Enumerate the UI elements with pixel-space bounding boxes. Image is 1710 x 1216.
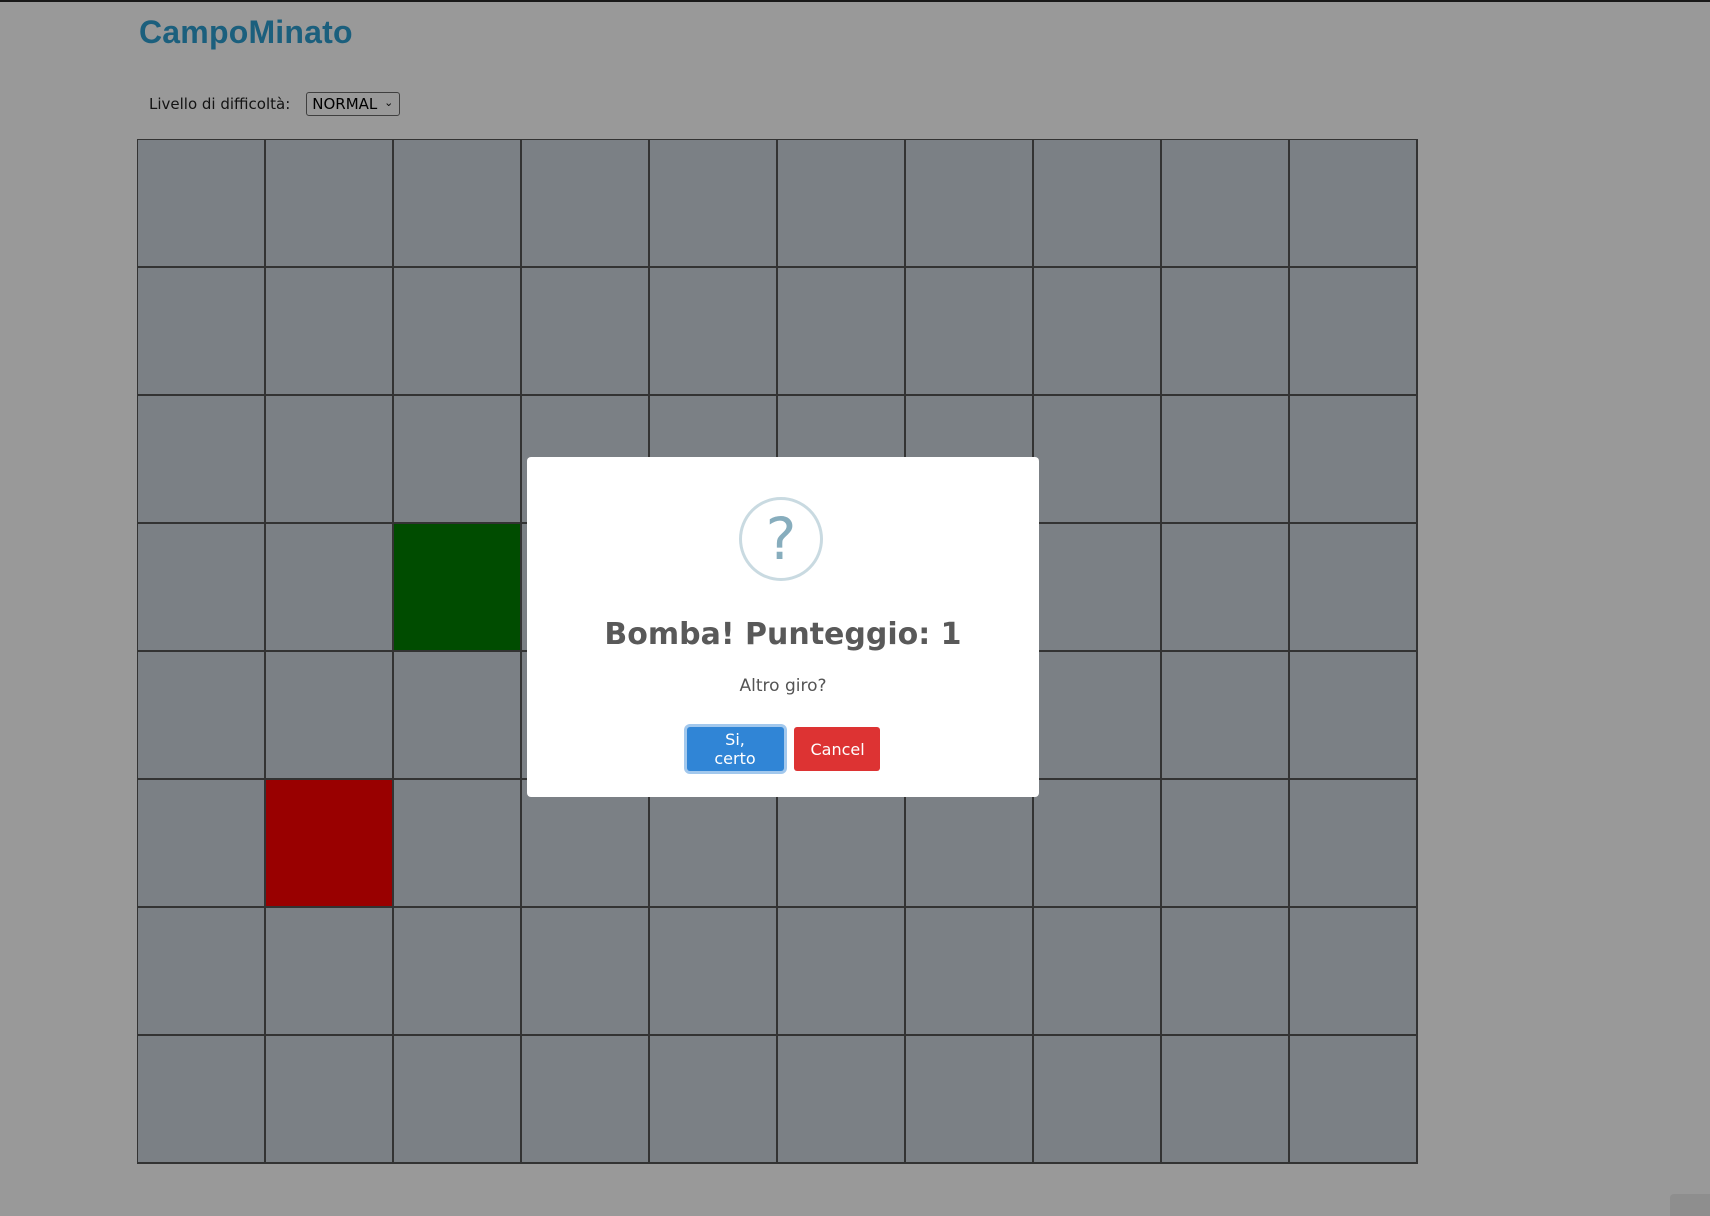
- dialog-actions: Si, certo Cancel: [527, 727, 1039, 771]
- question-icon: ?: [739, 497, 823, 581]
- confirm-button[interactable]: Si, certo: [686, 727, 784, 771]
- dialog-message: Altro giro?: [739, 676, 827, 696]
- dialog-title: Bomba! Punteggio: 1: [604, 617, 962, 652]
- cancel-button[interactable]: Cancel: [793, 727, 880, 771]
- corner-tab[interactable]: [1670, 1194, 1710, 1216]
- game-over-dialog: ? Bomba! Punteggio: 1 Altro giro? Si, ce…: [527, 457, 1039, 797]
